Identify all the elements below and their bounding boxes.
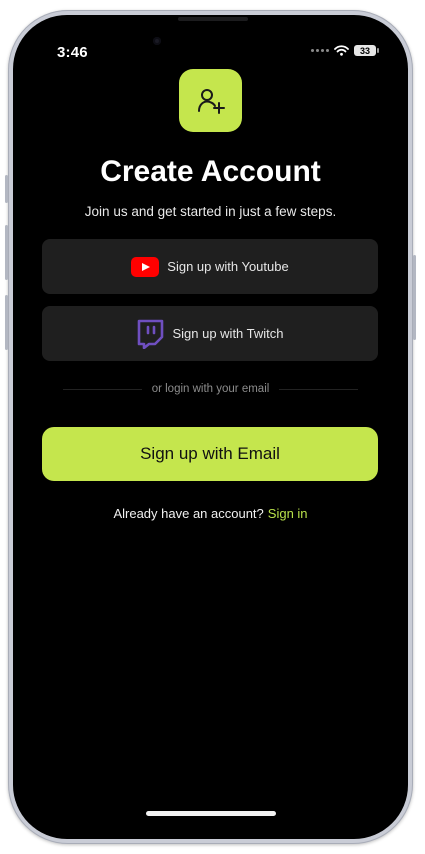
divider-text: or login with your email — [151, 383, 270, 395]
mute-switch — [5, 175, 8, 203]
status-time: 3:46 — [57, 44, 88, 61]
volume-up-button — [5, 225, 8, 280]
page-subtitle: Join us and get started in just a few st… — [84, 204, 337, 219]
email-signup-button[interactable]: Sign up with Email — [42, 427, 378, 481]
youtube-icon — [131, 256, 160, 277]
twitch-signup-label: Sign up with Twitch — [172, 326, 284, 341]
signin-row: Already have an account? Sign in — [13, 506, 408, 521]
divider-line-right — [279, 388, 359, 390]
phone-screen: 3:46 33 Create Account Join us and get s… — [13, 15, 408, 839]
youtube-signup-button[interactable]: Sign up with Youtube — [42, 239, 378, 294]
signin-link[interactable]: Sign in — [268, 506, 308, 521]
speaker-slot — [178, 17, 248, 21]
twitch-icon — [138, 319, 164, 349]
twitch-signup-button[interactable]: Sign up with Twitch — [42, 306, 378, 361]
youtube-signup-label: Sign up with Youtube — [167, 259, 289, 274]
add-user-icon — [179, 69, 242, 132]
power-button — [413, 255, 416, 340]
wifi-icon — [334, 45, 349, 56]
battery-icon: 33 — [354, 45, 379, 56]
home-indicator[interactable] — [146, 811, 276, 816]
status-icons: 33 — [311, 45, 379, 56]
signin-prompt: Already have an account? — [113, 506, 264, 521]
divider-line-left — [63, 388, 142, 390]
front-camera — [153, 37, 161, 45]
page-title: Create Account — [100, 155, 321, 188]
volume-down-button — [5, 295, 8, 350]
signal-icon — [311, 49, 329, 52]
email-divider: or login with your email — [63, 383, 359, 395]
